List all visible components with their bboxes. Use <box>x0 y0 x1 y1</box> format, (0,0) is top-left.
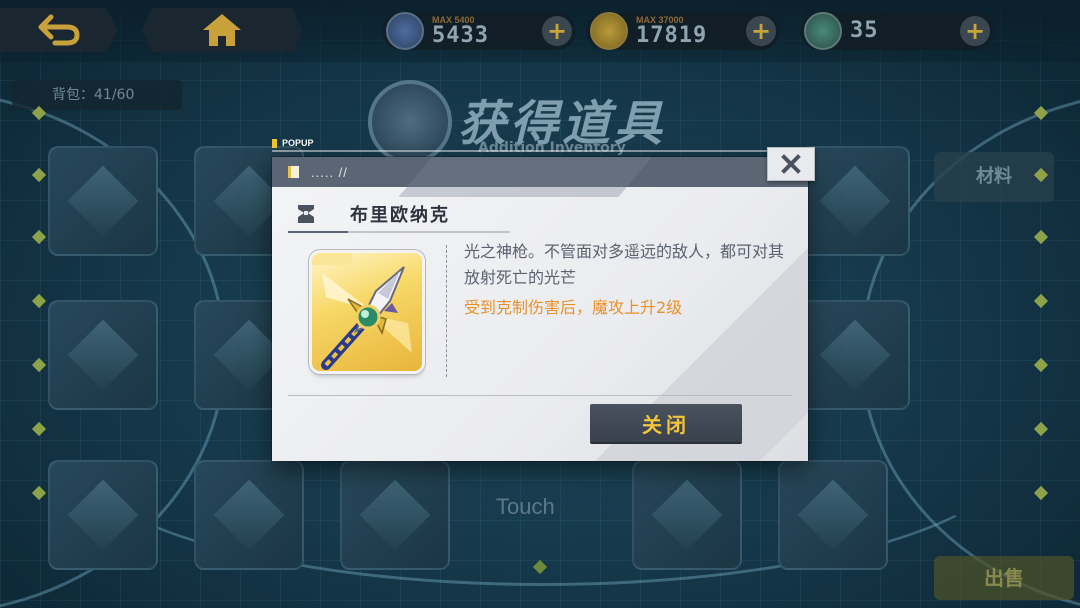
inventory-slot[interactable] <box>800 300 910 410</box>
inventory-slot[interactable] <box>48 300 158 410</box>
back-button[interactable] <box>0 8 118 52</box>
item-effect: 受到克制伤害后，魔攻上升2级 <box>464 298 683 317</box>
popup-header-text: ..... // <box>311 164 348 180</box>
resource-gem: 35 + <box>800 12 994 50</box>
item-thumbnail-icon <box>67 319 139 391</box>
touch-hint: Touch <box>496 494 555 519</box>
back-arrow-icon <box>38 14 80 46</box>
item-thumbnail-icon <box>67 479 139 551</box>
item-thumbnail-icon <box>819 319 891 391</box>
item-icon-frame <box>312 253 422 371</box>
equipment-icon <box>292 201 320 227</box>
resource-card: MAX 5400 5433 + <box>382 12 576 50</box>
close-icon <box>781 154 801 174</box>
vertical-divider <box>446 245 447 377</box>
popup-top-line <box>272 150 808 152</box>
spear-icon <box>321 266 412 370</box>
coin-icon <box>590 12 628 50</box>
background-subtitle: Addition Inventory <box>478 140 626 156</box>
item-info-popup: ..... // 布里欧纳克 光之神枪。不管面对多遥远的敌人，都可对其放射死亡的… <box>272 157 808 461</box>
inventory-slot[interactable] <box>778 460 888 570</box>
item-thumbnail-icon <box>359 479 431 551</box>
inventory-slot[interactable] <box>340 460 450 570</box>
popup-tag: POPUP <box>272 138 314 148</box>
item-description: 光之神枪。不管面对多遥远的敌人，都可对其放射死亡的光芒 <box>464 242 785 287</box>
add-card-button[interactable]: + <box>542 16 572 46</box>
item-name-row: 布里欧纳克 <box>288 197 510 233</box>
inventory-slot[interactable] <box>48 146 158 256</box>
inventory-slot[interactable] <box>632 460 742 570</box>
top-bar: MAX 5400 5433 + MAX 37000 17819 + 35 + <box>0 0 1080 62</box>
inventory-slot[interactable] <box>800 146 910 256</box>
horizontal-divider <box>288 395 792 396</box>
card-icon <box>288 166 299 178</box>
resource-gem-value: 35 <box>850 18 879 43</box>
item-thumbnail-icon <box>797 479 869 551</box>
card-icon <box>386 12 424 50</box>
popup-tag-label: POPUP <box>282 138 314 148</box>
item-thumbnail-icon <box>819 165 891 237</box>
item-thumbnail-icon <box>651 479 723 551</box>
home-icon <box>203 14 241 46</box>
inventory-slot[interactable] <box>48 460 158 570</box>
gem-icon <box>804 12 842 50</box>
add-coin-button[interactable]: + <box>746 16 776 46</box>
resource-coin: MAX 37000 17819 + <box>586 12 780 50</box>
close-popup-button[interactable] <box>767 147 815 181</box>
popup-header: ..... // <box>272 157 808 197</box>
resource-coin-value: 17819 <box>636 22 708 48</box>
resource-card-value: 5433 <box>432 22 489 48</box>
item-thumbnail-icon <box>213 479 285 551</box>
item-thumbnail-icon <box>67 165 139 237</box>
inventory-slot[interactable] <box>194 460 304 570</box>
add-gem-button[interactable]: + <box>960 16 990 46</box>
popup-tag-mark <box>272 138 277 148</box>
item-name: 布里欧纳克 <box>350 205 450 226</box>
close-button[interactable]: 关闭 <box>590 404 742 442</box>
sell-button[interactable]: 出售 <box>934 556 1074 600</box>
home-button[interactable] <box>142 8 302 52</box>
popup-header-decoration <box>398 157 686 197</box>
